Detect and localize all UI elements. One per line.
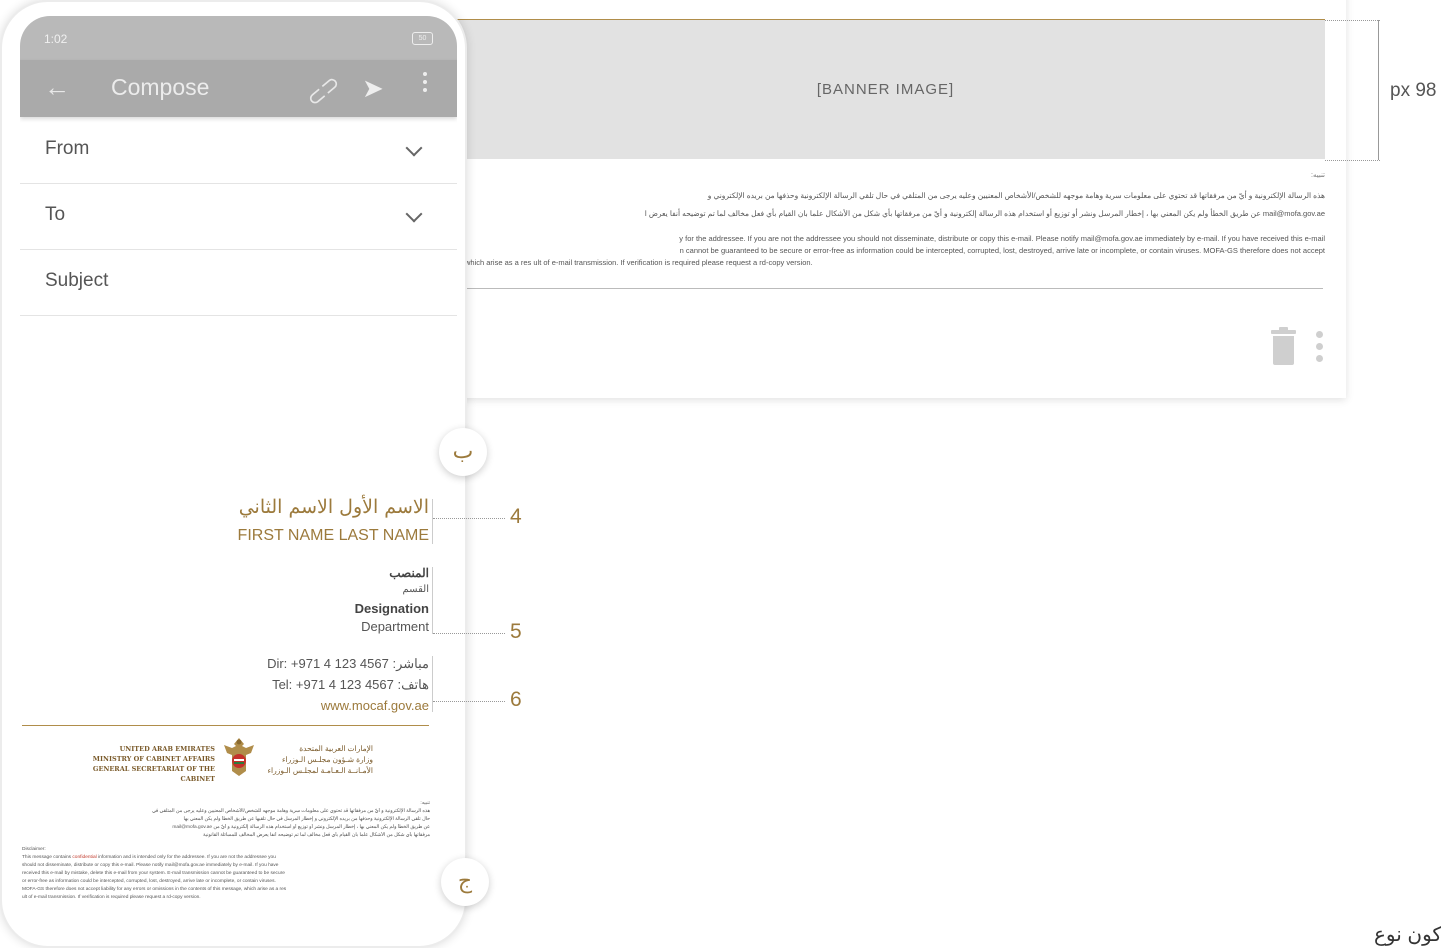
phone-mockup: 1:02 50 ← Compose ⊂⊃ ➤ From To Subject ا… [0, 0, 467, 948]
trash-icon[interactable] [1271, 327, 1296, 366]
signature-rule [432, 656, 433, 712]
signature-rule [432, 499, 433, 544]
callout-number-5: 5 [510, 620, 522, 643]
uae-emblem-icon [224, 738, 254, 776]
dimension-guide-vertical [1378, 20, 1379, 160]
callout-leader-5 [433, 633, 505, 635]
logo-line: الأمـانــة الـعـامـة لمجلـس الـوزراء [267, 766, 373, 775]
logo-line: الإمارات العربية المتحدة [299, 744, 373, 753]
dimension-guide-top [1325, 20, 1380, 21]
signature-designation-en: Designation [354, 601, 429, 616]
mini-disclaimer-en-line: should not disseminate, distribute or co… [22, 863, 279, 868]
signature-name-ar: الاسم الأول الاسم الثاني [238, 496, 429, 518]
disclaimer-ar-text: عن طريق الخطأ ولم يكن المعني بها ، إخطار… [644, 209, 1261, 218]
logo-line: UNITED ARAB EMIRATES [119, 745, 215, 753]
mini-disclaimer-en-line: MOFA-GS therefore does not accept liabil… [22, 887, 287, 892]
banner-label: [BANNER IMAGE] [816, 81, 955, 98]
corner-caption: كون نوع [1374, 924, 1441, 946]
signature-direct-phone: Dir: +971 4 123 4567 :مباشر [267, 656, 429, 671]
logo-line: GENERAL SECRETARIAT OF THE CABINET [92, 765, 215, 783]
compose-title: Compose [111, 74, 210, 100]
disclaimer-en-line: which arise as a res ult of e-mail trans… [465, 258, 813, 267]
banner-image-placeholder: [BANNER IMAGE] [446, 20, 1325, 159]
signature-name-en: FIRST NAME LAST NAME [237, 527, 429, 544]
mini-disclaimer-ar-line: حال تلقي الرسالة الإلكترونية وحذفها من ب… [183, 817, 430, 822]
mini-disclaimer-ar-heading: تنبيه: [420, 801, 430, 806]
mini-disclaimer-en-line: or error-free as information could be in… [22, 879, 276, 884]
disclaimer-ar-line: هذه الرسالة الإلكترونية و أيّ من مرفقاته… [707, 191, 1325, 200]
battery-icon: 50 [412, 32, 433, 45]
attach-icon[interactable]: ⊂⊃ [301, 69, 346, 113]
status-time: 1:02 [44, 32, 68, 46]
dimension-guide-bottom [1325, 160, 1380, 161]
chevron-down-icon[interactable] [405, 139, 423, 157]
callout-b: ب [439, 428, 487, 476]
mini-disclaimer-en-heading: Disclaimer: [22, 847, 46, 852]
ministry-logo-text-en: UNITED ARAB EMIRATES MINISTRY OF CABINET… [60, 744, 215, 784]
phone-screen: 1:02 50 ← Compose ⊂⊃ ➤ From To Subject ا… [20, 16, 457, 932]
signature-website[interactable]: www.mocaf.gov.ae [20, 698, 429, 713]
mini-disclaimer-en-line: ult of e-mail transmission. If verificat… [22, 895, 201, 900]
back-arrow-icon[interactable]: ← [44, 72, 70, 103]
mini-disclaimer-en-line: received this e-mail by mistake, delete … [22, 871, 285, 876]
signature-department-en: Department [361, 619, 429, 634]
from-field[interactable]: From [20, 117, 457, 184]
mini-disclaimer-ar-line: عن طريق الخطأ ولم يكن المعني بها ، إخطار… [172, 825, 430, 830]
disclaimer-en-line: n cannot be guaranteed to be secure or e… [679, 246, 1325, 255]
status-bar: 1:02 50 [20, 16, 457, 60]
callout-j: ج [441, 858, 489, 906]
signature-designation-ar: المنصب [389, 566, 429, 580]
chevron-down-icon[interactable] [405, 205, 423, 223]
logo-line: وزارة شـؤون مجلـس الـوزراء [281, 755, 373, 764]
callout-number-6: 6 [510, 688, 522, 711]
signature-department-ar: القسم [402, 584, 429, 595]
subject-field[interactable]: Subject [20, 249, 457, 316]
mini-text: This message contains [22, 855, 73, 860]
dimension-label: px 98 [1390, 80, 1437, 101]
disclaimer-ar-line: mail@mofa.gov.ae عن طريق الخطأ ولم يكن ا… [460, 208, 1325, 219]
mini-disclaimer-ar-line: مرفقاتها بأي شكل من الأشكال علما بان الق… [203, 833, 430, 838]
signature-rule [432, 567, 433, 634]
callout-leader-4 [433, 518, 505, 520]
from-label: From [45, 138, 90, 159]
ministry-logo-text-ar: الإمارات العربية المتحدة وزارة شـؤون مجل… [263, 743, 373, 776]
mini-text-highlight: confidential [72, 855, 97, 860]
signature-tel: Tel: +971 4 123 4567 :هاتف [272, 677, 429, 692]
callout-leader-6 [433, 701, 505, 703]
logo-line: MINISTRY OF CABINET AFFAIRS [92, 755, 215, 763]
signature-divider [22, 725, 429, 726]
mini-disclaimer-ar-line: هذه الرسالة الإلكترونية و أيّ من مرفقاته… [151, 809, 430, 814]
disclaimer-en-line: y for the addressee. If you are not the … [679, 234, 1325, 243]
subject-placeholder: Subject [45, 270, 109, 291]
mini-disclaimer-en-line: This message contains confidential infor… [22, 854, 430, 861]
compose-app-bar: ← Compose ⊂⊃ ➤ [20, 60, 457, 117]
disclaimer-ar-email: mail@mofa.gov.ae [1262, 209, 1325, 218]
more-vert-icon[interactable] [423, 72, 427, 96]
to-label: To [45, 204, 66, 225]
more-vert-icon[interactable] [1316, 331, 1324, 365]
to-field[interactable]: To [20, 183, 457, 250]
disclaimer-ar-heading: تنبيه: [1311, 172, 1325, 179]
send-icon[interactable]: ➤ [362, 73, 384, 104]
disclaimer-divider [460, 288, 1323, 289]
callout-number-4: 4 [510, 505, 522, 528]
mini-text: information and is intended only for the… [96, 855, 276, 860]
